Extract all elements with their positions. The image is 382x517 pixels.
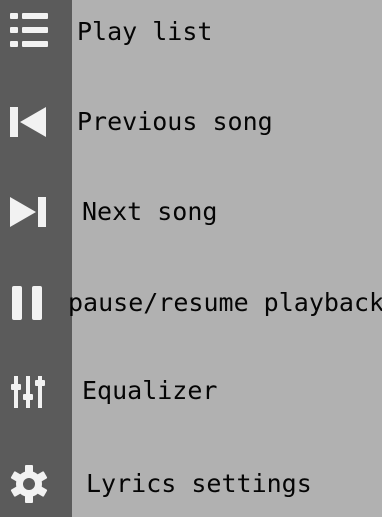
pause-icon [12, 286, 42, 320]
playlist-icon [10, 13, 48, 47]
menu-item-equalizer[interactable]: Equalizer [0, 362, 382, 422]
menu-item-label: Lyrics settings [86, 469, 312, 498]
skip-next-icon [10, 197, 46, 227]
menu-item-play-list[interactable]: Play list [0, 3, 382, 63]
menu-item-next-song[interactable]: Next song [0, 183, 382, 243]
menu-item-lyrics-settings[interactable]: Lyrics settings [0, 455, 382, 515]
menu-item-label: Next song [82, 197, 218, 226]
menu-item-label: Equalizer [82, 376, 218, 405]
menu-item-label: Play list [77, 17, 213, 46]
gear-icon [10, 465, 48, 503]
equalizer-icon [11, 376, 45, 408]
skip-previous-icon [10, 107, 46, 137]
menu-item-label: pause/resume playback [68, 288, 382, 317]
icon-rail [0, 0, 72, 517]
menu-item-previous-song[interactable]: Previous song [0, 93, 382, 153]
menu-item-label: Previous song [77, 107, 273, 136]
menu-item-pause-resume[interactable]: pause/resume playback [0, 274, 382, 334]
